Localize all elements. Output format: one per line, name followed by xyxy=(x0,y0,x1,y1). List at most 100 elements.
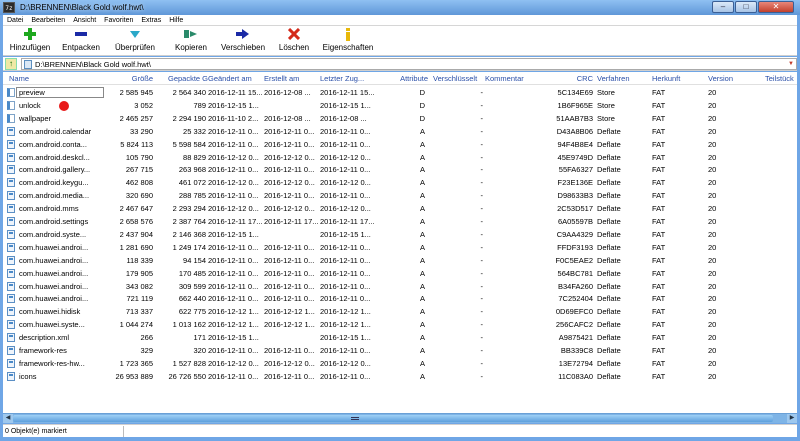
table-row[interactable]: com.huawei.hidisk 713 337 622 775 2016-12-1… xyxy=(3,305,797,318)
column-attributes[interactable]: Attribute xyxy=(379,74,428,83)
table-row[interactable]: com.android.deskcl... 105 790 88 829 2016-1… xyxy=(3,151,797,164)
delete-x-icon xyxy=(287,27,301,41)
path-field[interactable]: D:\BRENNEN\Black Gold wolf.hwt\ ▼ xyxy=(21,58,797,70)
table-row[interactable]: com.huawei.syste... 1 044 274 1 013 162 201… xyxy=(3,318,797,331)
table-row[interactable]: preview 2 585 945 2 564 340 2016-12-11 15..… xyxy=(3,86,797,99)
table-row[interactable]: icons 26 953 889 26 726 550 2016-12-11 0...… xyxy=(3,370,797,383)
column-comment[interactable]: Kommentar xyxy=(485,74,535,83)
file-icon xyxy=(7,371,15,381)
scroll-thumb[interactable] xyxy=(13,415,773,422)
host-os-cell: FAT xyxy=(652,113,666,123)
file-list[interactable]: Name Größe Gepackte G... Geändert am Ers… xyxy=(3,72,797,413)
extract-button[interactable]: Entpacken xyxy=(59,27,103,55)
method-cell: Store xyxy=(597,113,615,123)
table-row[interactable]: com.huawei.androi... 179 905 170 485 2016-1… xyxy=(3,267,797,280)
table-row[interactable]: framework-res-hw... 1 723 365 1 527 828 201… xyxy=(3,357,797,370)
column-packed-size[interactable]: Gepackte G... xyxy=(168,74,208,83)
attributes-cell: D xyxy=(419,113,425,123)
table-row[interactable]: com.android.calendar 33 290 25 332 2016-12-… xyxy=(3,125,797,138)
table-row[interactable]: wallpaper 2 465 257 2 294 190 2016-11-10 2.… xyxy=(3,112,797,125)
column-encrypted[interactable]: Verschlüsselt xyxy=(433,74,485,83)
table-row[interactable]: com.huawei.androi... 343 082 309 599 2016-1… xyxy=(3,280,797,293)
crc-cell: 7C252404 xyxy=(558,294,593,304)
table-row[interactable]: com.android.keygu... 462 808 461 072 2016-1… xyxy=(3,176,797,189)
column-modified[interactable]: Geändert am xyxy=(208,74,258,83)
table-row[interactable]: com.huawei.androi... 1 281 690 1 249 174 20… xyxy=(3,241,797,254)
packed-size-cell: 88 829 xyxy=(183,152,206,162)
table-row[interactable]: com.android.conta... 5 824 113 5 598 584 20… xyxy=(3,138,797,151)
table-row[interactable]: framework-res 329 320 2016-12-11 0... 2016-1… xyxy=(3,344,797,357)
menu-bearbeiten[interactable]: Bearbeiten xyxy=(27,17,69,24)
scroll-right-icon[interactable]: ▶ xyxy=(787,414,797,423)
method-cell: Store xyxy=(597,100,615,110)
column-crc[interactable]: CRC xyxy=(553,74,593,83)
method-cell: Deflate xyxy=(597,204,621,214)
packed-size-cell: 461 072 xyxy=(178,178,206,188)
properties-button[interactable]: Eigenschaften xyxy=(320,27,376,55)
column-host-os[interactable]: Herkunft xyxy=(652,74,702,83)
horizontal-scrollbar[interactable]: ◀ ▶ xyxy=(3,413,797,423)
chevron-down-icon[interactable]: ▼ xyxy=(788,61,794,67)
attributes-cell: A xyxy=(419,165,425,175)
created-cell: 2016-12-11 0... xyxy=(264,268,315,278)
accessed-cell: 2016-12-08 ... xyxy=(320,113,367,123)
column-volume[interactable]: Teilstück xyxy=(765,74,797,83)
column-method[interactable]: Verfahren xyxy=(597,74,642,83)
column-version[interactable]: Version xyxy=(708,74,758,83)
add-button[interactable]: Hinzufügen xyxy=(8,27,52,55)
delete-button[interactable]: Löschen xyxy=(275,27,313,55)
table-row[interactable]: com.huawei.androi... 721 119 662 440 2016-1… xyxy=(3,292,797,305)
version-cell: 20 xyxy=(708,358,717,368)
menu-ansicht[interactable]: Ansicht xyxy=(69,17,100,24)
column-accessed[interactable]: Letzter Zug... xyxy=(320,74,372,83)
column-size[interactable]: Größe xyxy=(113,74,153,83)
file-icon xyxy=(7,152,15,162)
move-button[interactable]: Verschieben xyxy=(217,27,269,55)
test-button[interactable]: Überprüfen xyxy=(112,27,158,55)
properties-label: Eigenschaften xyxy=(322,43,374,52)
check-icon xyxy=(128,27,142,41)
minimize-button[interactable]: – xyxy=(712,1,734,13)
column-created[interactable]: Erstellt am xyxy=(264,74,314,83)
file-icon xyxy=(7,294,15,304)
host-os-cell: FAT xyxy=(652,268,666,278)
name-cell: com.android.syste... xyxy=(19,229,87,239)
menu-datei[interactable]: Datei xyxy=(3,17,27,24)
plus-icon xyxy=(23,27,37,41)
table-row[interactable]: com.android.media... 320 690 288 785 2016-1… xyxy=(3,189,797,202)
table-row[interactable]: com.android.gallery... 267 715 263 968 2016… xyxy=(3,163,797,176)
name-cell: com.huawei.androi... xyxy=(19,281,89,291)
table-row[interactable]: com.huawei.androi... 118 339 94 154 2016-12… xyxy=(3,254,797,267)
maximize-button[interactable]: □ xyxy=(735,1,757,13)
size-cell: 721 119 xyxy=(126,294,153,304)
copy-button[interactable]: Kopieren xyxy=(169,27,213,55)
modified-cell: 2016-12-15 1... xyxy=(208,229,259,239)
file-icon xyxy=(7,281,15,291)
attributes-cell: A xyxy=(419,255,425,265)
method-cell: Deflate xyxy=(597,217,621,226)
crc-cell: 2C53D517 xyxy=(557,204,593,214)
file-icon xyxy=(7,191,15,201)
attributes-cell: A xyxy=(419,229,425,239)
menu-favoriten[interactable]: Favoriten xyxy=(100,17,137,24)
modified-cell: 2016-12-11 0... xyxy=(208,126,259,136)
window-title: D:\BRENNEN\Black Gold wolf.hwt\ xyxy=(20,3,144,12)
menu-extras[interactable]: Extras xyxy=(137,17,165,24)
encrypted-cell: - xyxy=(480,126,484,136)
title-bar[interactable]: 7z D:\BRENNEN\Black Gold wolf.hwt\ – □ ✕ xyxy=(0,0,800,15)
table-row[interactable]: unlock 3 052 789 2016-12-15 1... 2016-12-15 … xyxy=(3,99,797,112)
menu-hilfe[interactable]: Hilfe xyxy=(165,17,187,24)
up-folder-icon[interactable]: ↑ xyxy=(5,57,17,70)
column-name[interactable]: Name xyxy=(9,74,109,83)
table-row[interactable]: com.android.syste... 2 437 904 2 146 368 20… xyxy=(3,228,797,241)
encrypted-cell: - xyxy=(480,320,484,330)
file-icon xyxy=(7,307,15,317)
scroll-left-icon[interactable]: ◀ xyxy=(3,414,13,423)
close-button[interactable]: ✕ xyxy=(758,1,794,13)
name-cell: com.android.deskcl... xyxy=(19,152,90,162)
attributes-cell: A xyxy=(419,320,425,330)
table-row[interactable]: com.android.mms 2 467 647 2 293 294 2016-12… xyxy=(3,202,797,215)
table-row[interactable]: description.xml 266 171 2016-12-15 1... 2016… xyxy=(3,331,797,344)
name-cell: com.huawei.androi... xyxy=(19,294,89,304)
table-row[interactable]: com.android.settings 2 658 576 2 387 764 20… xyxy=(3,215,797,228)
